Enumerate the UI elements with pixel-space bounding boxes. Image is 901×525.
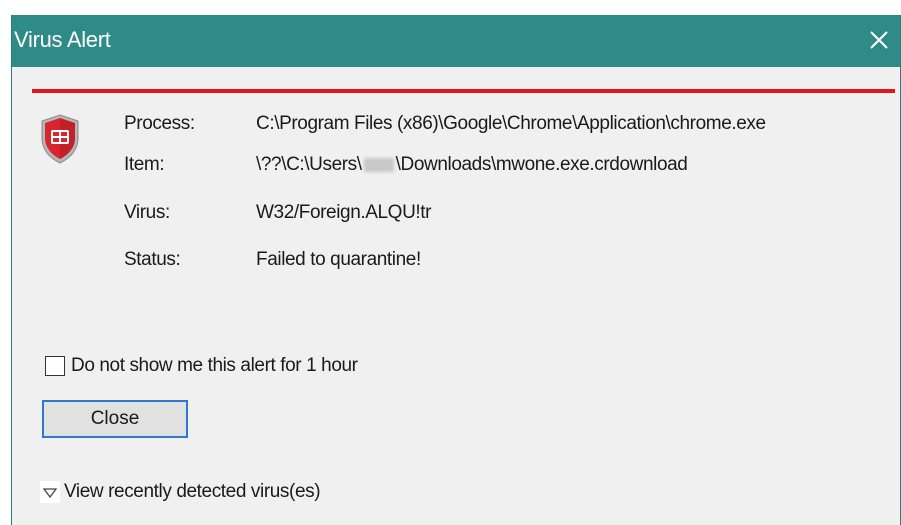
alert-divider xyxy=(32,89,895,93)
item-value-prefix: \??\C:\Users\ xyxy=(256,154,362,175)
item-value-suffix: \Downloads\mwone.exe.crdownload xyxy=(395,154,688,175)
hide-alert-option[interactable]: Do not show me this alert for 1 hour xyxy=(45,355,358,377)
hide-alert-checkbox[interactable] xyxy=(45,356,65,376)
window-title: Virus Alert xyxy=(14,27,111,52)
status-value: Failed to quarantine! xyxy=(256,249,421,270)
virus-value: W32/Foreign.ALQU!tr xyxy=(256,202,432,223)
item-value: \??\C:\Users\ \Downloads\mwone.exe.crdown… xyxy=(256,154,688,176)
virus-alert-dialog: Virus Alert Process: C:\Program Files (x… xyxy=(11,15,901,525)
close-icon[interactable] xyxy=(864,25,894,55)
view-recent-viruses-toggle[interactable]: View recently detected virus(es) xyxy=(40,481,321,503)
hide-alert-label: Do not show me this alert for 1 hour xyxy=(71,355,358,376)
virus-label: Virus: xyxy=(124,202,170,223)
view-recent-label: View recently detected virus(es) xyxy=(64,481,321,502)
item-label: Item: xyxy=(124,154,165,175)
title-bar[interactable]: Virus Alert xyxy=(12,15,900,67)
close-button[interactable]: Close xyxy=(42,400,188,438)
triangle-down-icon xyxy=(40,481,60,503)
process-value: C:\Program Files (x86)\Google\Chrome\App… xyxy=(256,113,766,134)
shield-icon xyxy=(40,114,80,164)
redacted-username xyxy=(363,157,394,172)
status-label: Status: xyxy=(124,249,181,270)
process-label: Process: xyxy=(124,113,195,134)
